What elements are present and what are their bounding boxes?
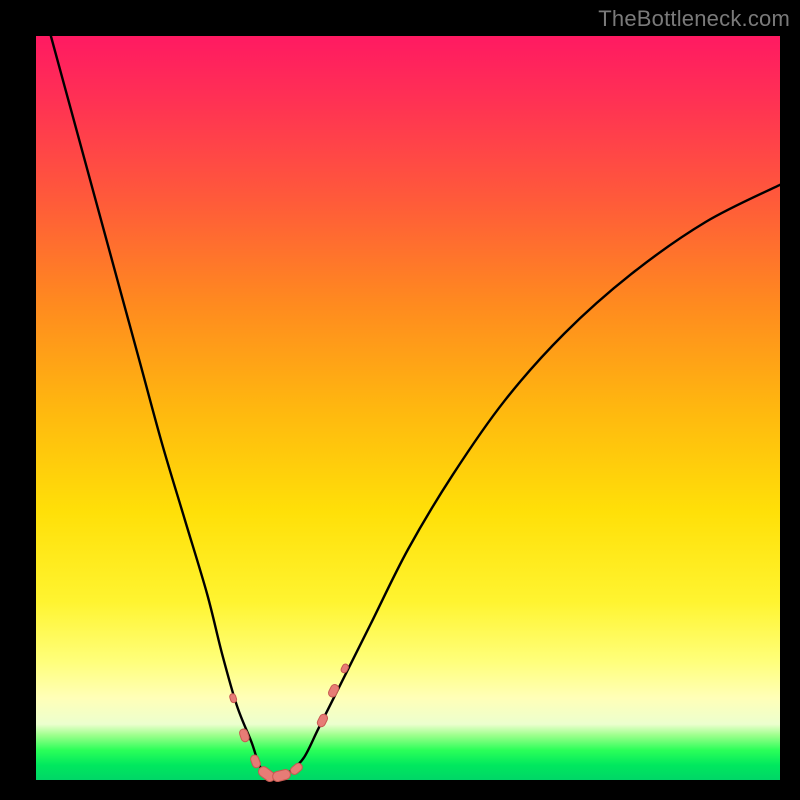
watermark-text: TheBottleneck.com <box>598 6 790 32</box>
chart-frame: TheBottleneck.com <box>0 0 800 800</box>
chart-gradient-area <box>36 36 780 780</box>
